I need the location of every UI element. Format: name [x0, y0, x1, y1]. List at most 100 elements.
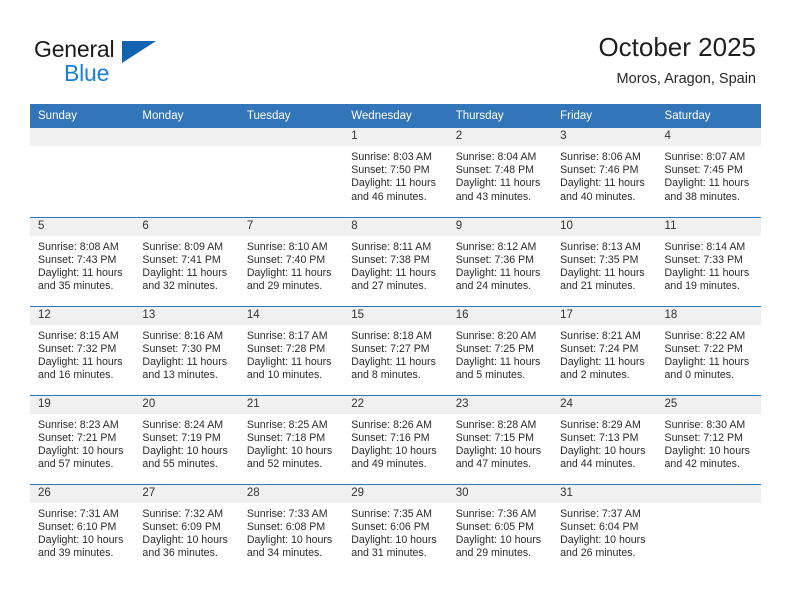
calendar-day-cell[interactable]: 22 Sunrise: 8:26 AM Sunset: 7:16 PM Dayligh… — [343, 394, 448, 484]
sunset-time: Sunset: 7:45 PM — [664, 164, 743, 177]
sunrise-time: Sunrise: 8:04 AM — [455, 151, 537, 163]
daylight-duration-line2: and 13 minutes. — [142, 369, 218, 382]
daylight-duration-line1: Daylight: 10 hours — [351, 444, 437, 457]
calendar-day-cell[interactable]: 23 Sunrise: 8:28 AM Sunset: 7:15 PM Dayligh… — [447, 394, 553, 484]
daylight-duration-line2: and 10 minutes. — [246, 369, 323, 382]
sunset-time: Sunset: 6:06 PM — [351, 520, 430, 533]
calendar-day-cell-empty — [238, 128, 344, 217]
calendar-day-cell[interactable]: 2 Sunrise: 8:04 AM Sunset: 7:48 PM Daylight… — [447, 128, 553, 217]
calendar-day-cell[interactable]: 9 Sunrise: 8:12 AM Sunset: 7:36 PM Daylight… — [447, 216, 553, 306]
day-number — [134, 128, 239, 146]
sunset-time: Sunset: 7:28 PM — [246, 342, 326, 355]
sunrise-time: Sunrise: 8:12 AM — [455, 240, 537, 253]
sunset-time: Sunset: 6:10 PM — [38, 520, 117, 533]
calendar-day-cell[interactable]: 13 Sunrise: 8:16 AM Sunset: 7:30 PM Dayligh… — [134, 305, 239, 395]
day-details: Sunrise: 7:35 AM Sunset: 6:06 PM Daylight:… — [343, 503, 447, 561]
calendar-day-cell[interactable]: 14 Sunrise: 8:17 AM Sunset: 7:28 PM Dayligh… — [238, 305, 344, 395]
calendar-day-cell-empty — [134, 128, 239, 217]
sunset-time: Sunset: 6:05 PM — [455, 520, 535, 533]
calendar-day-cell[interactable]: 31 Sunrise: 7:37 AM Sunset: 6:04 PM Dayligh… — [552, 483, 657, 573]
calendar-day-cell[interactable]: 29 Sunrise: 7:35 AM Sunset: 6:06 PM Dayligh… — [343, 483, 448, 573]
calendar-day-cell[interactable]: 15 Sunrise: 8:18 AM Sunset: 7:27 PM Dayligh… — [343, 305, 448, 395]
sunset-time: Sunset: 7:36 PM — [455, 253, 535, 266]
day-number: 3 — [552, 128, 657, 146]
daylight-duration-line2: and 26 minutes. — [560, 547, 636, 560]
page-title: October 2025 — [598, 32, 756, 62]
calendar-day-cell[interactable]: 17 Sunrise: 8:21 AM Sunset: 7:24 PM Dayligh… — [552, 305, 657, 395]
day-number: 21 — [238, 395, 344, 414]
calendar-day-cell[interactable]: 5 Sunrise: 8:08 AM Sunset: 7:43 PM Daylight… — [30, 216, 135, 306]
daylight-duration-line1: Daylight: 11 hours — [664, 266, 750, 279]
daylight-duration-line2: and 31 minutes. — [351, 547, 427, 560]
sunrise-time: Sunrise: 8:24 AM — [142, 418, 224, 431]
calendar-day-cell[interactable]: 8 Sunrise: 8:11 AM Sunset: 7:38 PM Daylight… — [343, 216, 448, 306]
logo-text-blue: Blue — [64, 60, 110, 86]
calendar-day-cell[interactable]: 25 Sunrise: 8:30 AM Sunset: 7:12 PM Dayligh… — [656, 394, 761, 484]
sunset-time: Sunset: 7:43 PM — [38, 253, 117, 266]
calendar-day-cell[interactable]: 12 Sunrise: 8:15 AM Sunset: 7:32 PM Dayligh… — [30, 305, 135, 395]
daylight-duration-line1: Daylight: 11 hours — [351, 355, 436, 368]
sunrise-time: Sunrise: 8:07 AM — [664, 151, 746, 163]
daylight-duration-line2: and 52 minutes. — [246, 458, 323, 471]
day-number — [238, 128, 344, 146]
calendar-week-row: 1 Sunrise: 8:03 AM Sunset: 7:50 PM Daylight… — [30, 128, 761, 217]
sunset-time: Sunset: 7:13 PM — [560, 431, 639, 444]
sunset-time: Sunset: 7:19 PM — [142, 431, 221, 444]
calendar-day-cell[interactable]: 3 Sunrise: 8:06 AM Sunset: 7:46 PM Daylight… — [552, 128, 657, 217]
calendar-body: 1 Sunrise: 8:03 AM Sunset: 7:50 PM Daylight… — [30, 128, 761, 573]
sunrise-time: Sunrise: 7:33 AM — [246, 507, 328, 520]
sunrise-time: Sunrise: 7:31 AM — [38, 507, 119, 520]
calendar-day-cell[interactable]: 18 Sunrise: 8:22 AM Sunset: 7:22 PM Dayligh… — [656, 305, 761, 395]
calendar-day-cell[interactable]: 1 Sunrise: 8:03 AM Sunset: 7:50 PM Daylight… — [343, 128, 448, 217]
day-number: 27 — [134, 484, 239, 503]
daylight-duration-line2: and 34 minutes. — [246, 547, 323, 560]
daylight-duration-line1: Daylight: 11 hours — [351, 266, 436, 279]
calendar-day-cell[interactable]: 28 Sunrise: 7:33 AM Sunset: 6:08 PM Dayligh… — [238, 483, 344, 573]
daylight-duration-line2: and 0 minutes. — [664, 369, 735, 382]
calendar-day-cell[interactable]: 19 Sunrise: 8:23 AM Sunset: 7:21 PM Dayligh… — [30, 394, 135, 484]
day-number: 1 — [343, 128, 448, 146]
sunrise-time: Sunrise: 8:15 AM — [38, 329, 119, 342]
day-details: Sunrise: 7:36 AM Sunset: 6:05 PM Daylight:… — [448, 503, 552, 561]
general-blue-logo[interactable]: General Blue — [34, 36, 174, 88]
calendar-day-cell[interactable]: 27 Sunrise: 7:32 AM Sunset: 6:09 PM Dayligh… — [134, 483, 239, 573]
daylight-duration-line1: Daylight: 11 hours — [664, 355, 750, 368]
day-number: 24 — [552, 395, 657, 414]
day-details: Sunrise: 8:13 AM Sunset: 7:35 PM Daylight:… — [552, 236, 656, 294]
calendar-day-cell[interactable]: 24 Sunrise: 8:29 AM Sunset: 7:13 PM Dayligh… — [552, 394, 657, 484]
calendar-day-cell[interactable]: 4 Sunrise: 8:07 AM Sunset: 7:45 PM Daylight… — [656, 128, 761, 217]
calendar-day-cell[interactable]: 11 Sunrise: 8:14 AM Sunset: 7:33 PM Dayligh… — [656, 216, 761, 306]
day-details: Sunrise: 8:06 AM Sunset: 7:46 PM Daylight:… — [552, 146, 656, 204]
day-number: 11 — [656, 217, 761, 236]
day-number: 25 — [656, 395, 761, 414]
sunrise-time: Sunrise: 8:08 AM — [38, 240, 119, 253]
day-details: Sunrise: 8:04 AM Sunset: 7:48 PM Daylight:… — [448, 146, 552, 204]
daylight-duration-line1: Daylight: 10 hours — [246, 533, 333, 546]
day-number: 23 — [447, 395, 553, 414]
daylight-duration-line2: and 55 minutes. — [142, 458, 218, 471]
calendar-day-cell-empty — [656, 483, 761, 573]
calendar-day-cell[interactable]: 10 Sunrise: 8:13 AM Sunset: 7:35 PM Dayligh… — [552, 216, 657, 306]
daylight-duration-line2: and 16 minutes. — [38, 369, 114, 382]
calendar-day-cell[interactable]: 20 Sunrise: 8:24 AM Sunset: 7:19 PM Dayligh… — [134, 394, 239, 484]
calendar-day-cell[interactable]: 7 Sunrise: 8:10 AM Sunset: 7:40 PM Daylight… — [238, 216, 344, 306]
calendar-day-cell[interactable]: 21 Sunrise: 8:25 AM Sunset: 7:18 PM Dayligh… — [238, 394, 344, 484]
day-number: 9 — [447, 217, 553, 236]
day-details: Sunrise: 8:03 AM Sunset: 7:50 PM Daylight:… — [343, 146, 447, 204]
weekday-header-monday: Monday — [134, 104, 239, 128]
daylight-duration-line1: Daylight: 11 hours — [246, 266, 332, 279]
sunrise-time: Sunrise: 8:23 AM — [38, 418, 119, 431]
calendar-day-cell[interactable]: 30 Sunrise: 7:36 AM Sunset: 6:05 PM Dayligh… — [447, 483, 553, 573]
calendar-day-cell[interactable]: 26 Sunrise: 7:31 AM Sunset: 6:10 PM Dayligh… — [30, 483, 135, 573]
calendar-day-cell[interactable]: 16 Sunrise: 8:20 AM Sunset: 7:25 PM Dayligh… — [447, 305, 553, 395]
day-number: 12 — [30, 306, 135, 325]
sunset-time: Sunset: 7:38 PM — [351, 253, 430, 266]
calendar-day-cell[interactable]: 6 Sunrise: 8:09 AM Sunset: 7:41 PM Daylight… — [134, 216, 239, 306]
day-number: 7 — [238, 217, 344, 236]
day-number: 15 — [343, 306, 448, 325]
daylight-duration-line2: and 35 minutes. — [38, 280, 114, 293]
sunset-time: Sunset: 7:40 PM — [246, 253, 326, 266]
sunset-time: Sunset: 7:18 PM — [246, 431, 326, 444]
page-header: General Blue October 2025 Moros, Aragon,… — [0, 0, 792, 100]
day-number: 19 — [30, 395, 135, 414]
